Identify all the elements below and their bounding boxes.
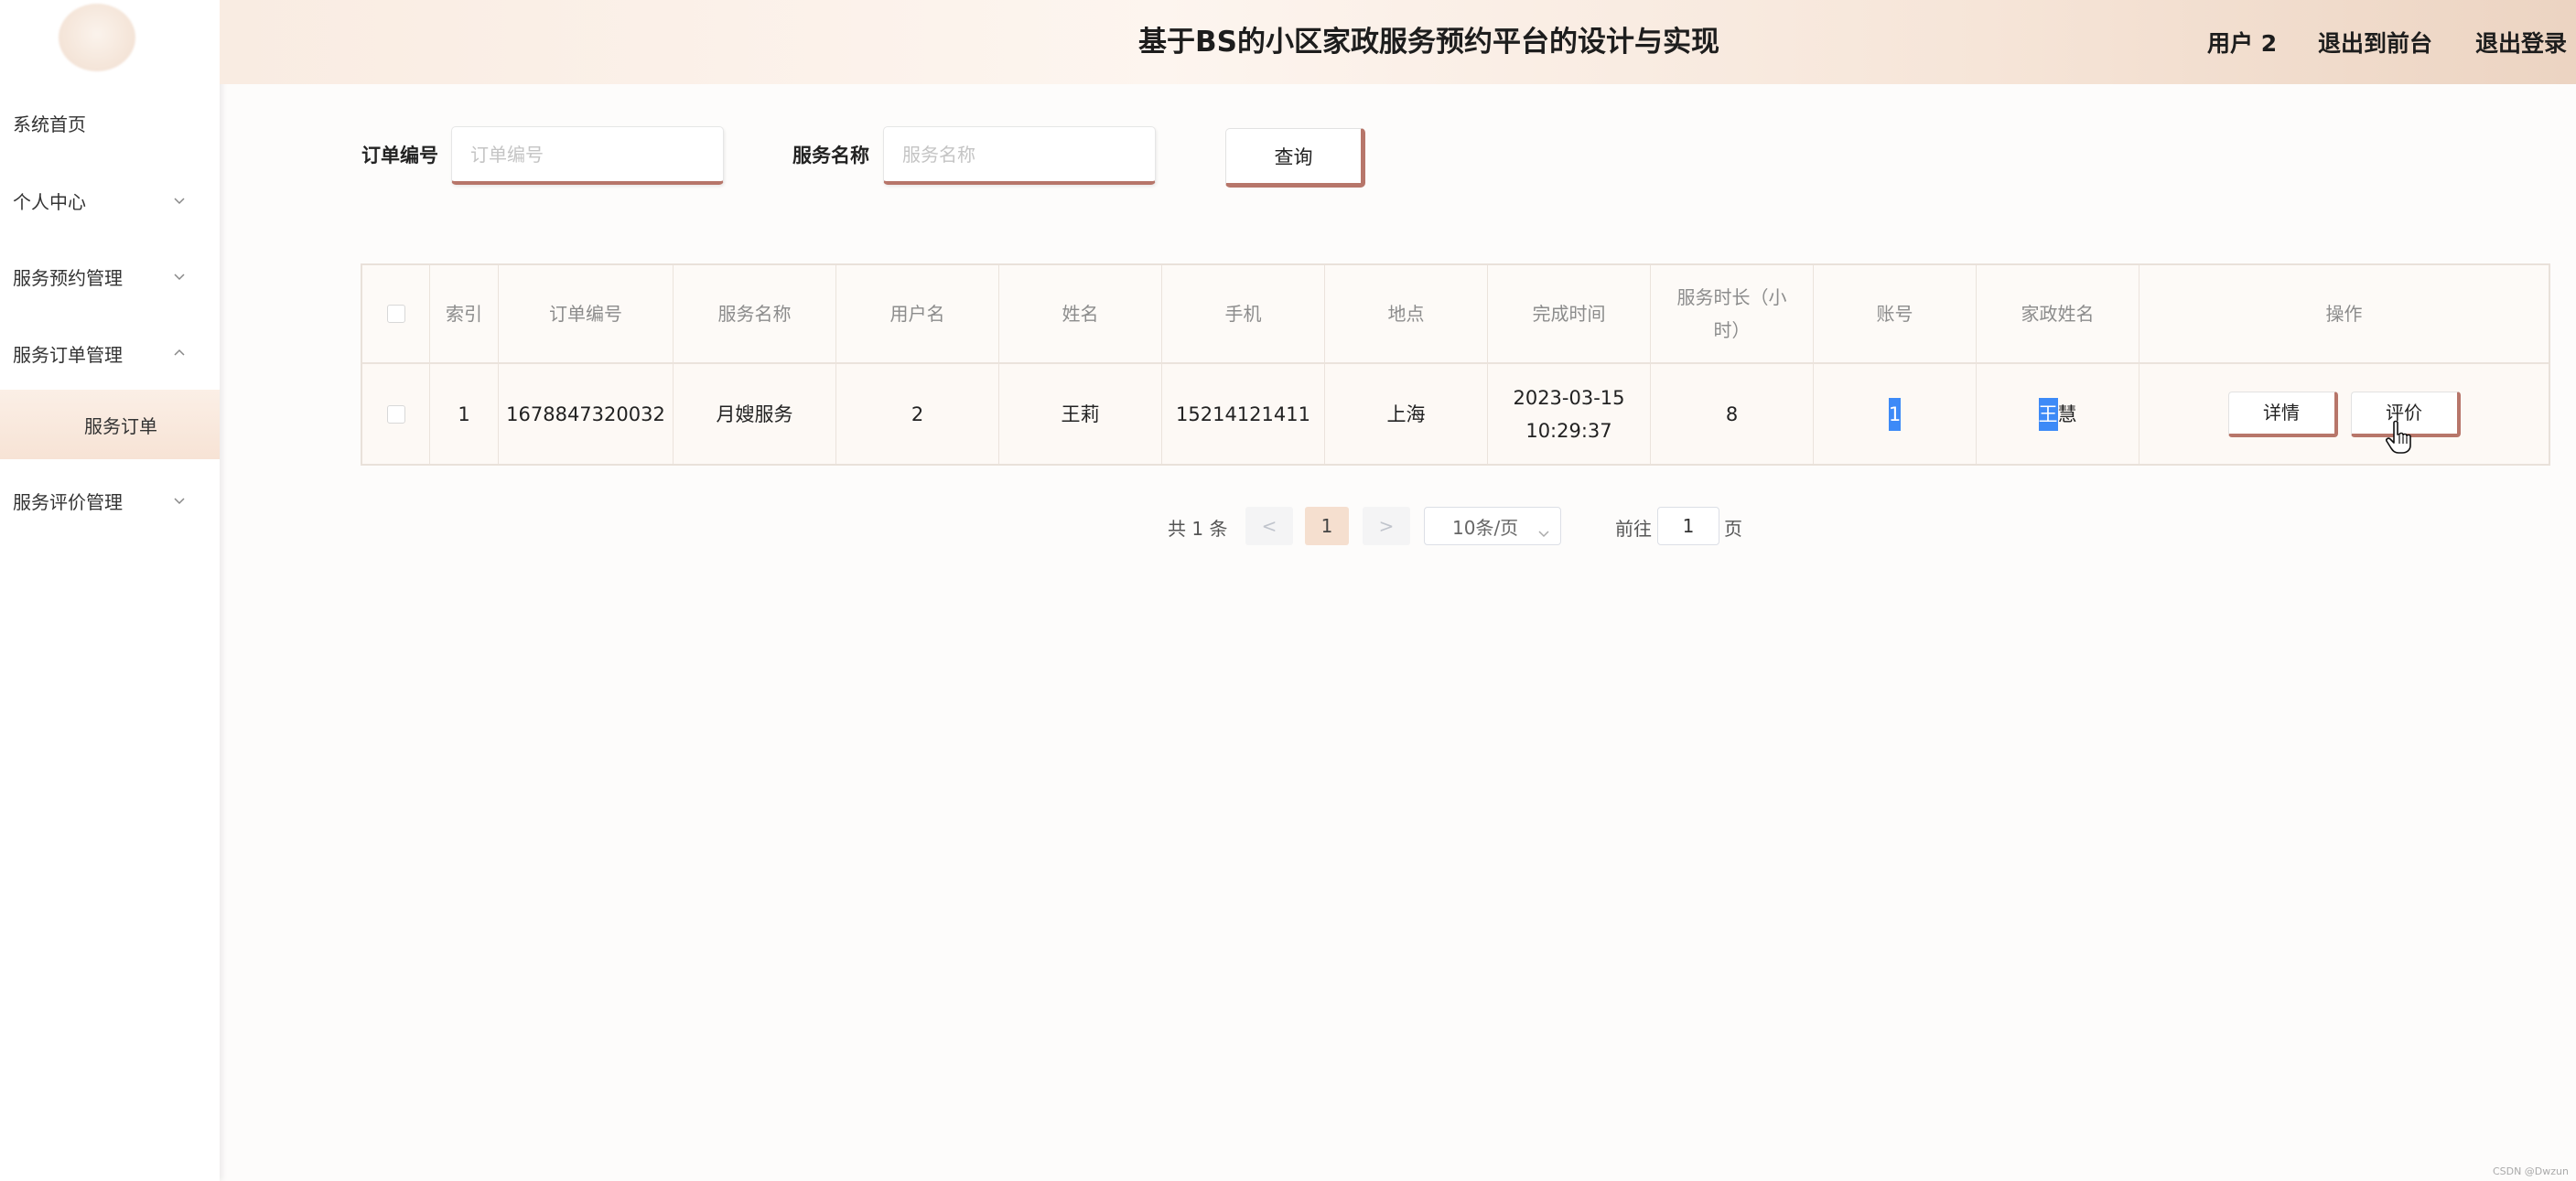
sidebar-item-review-management[interactable]: 服务评价管理 [0,473,220,528]
avatar[interactable] [59,4,135,71]
location-cell: 上海 [1325,364,1488,464]
page-number-button[interactable]: 1 [1305,507,1349,545]
query-button[interactable]: 查询 [1225,128,1365,188]
order-number-input[interactable] [451,126,724,185]
staff-name-rest: 慧 [2057,403,2077,425]
page-suffix-label: 页 [1724,518,1742,540]
chevron-down-icon [174,495,185,506]
back-to-front-link[interactable]: 退出到前台 [2318,26,2432,59]
name-cell: 王莉 [999,364,1162,464]
order-number-label: 订单编号 [361,145,438,166]
goto-page-input[interactable] [1657,507,1719,545]
column-header[interactable]: 地点 [1325,265,1488,362]
column-header: 操作 [2325,303,2363,325]
select-all-checkbox[interactable] [386,305,405,323]
page-title: 基于BS的小区家政服务预约平台的设计与实现 [1138,26,1719,59]
column-header[interactable]: 用户名 [836,265,999,362]
sidebar-item-order-management[interactable]: 服务订单管理 [0,326,220,381]
column-header[interactable]: 手机 [1162,265,1325,362]
sidebar-item-appointment-management[interactable]: 服务预约管理 [0,249,220,304]
sidebar-item-label: 服务评价管理 [13,490,123,513]
staff-name-highlighted: 王 [2038,397,2058,431]
actions-cell: 详情 评价 [2139,364,2549,464]
column-header[interactable]: 家政姓名 [1977,265,2139,362]
page-size-value: 10条/页 [1452,516,1519,539]
column-header[interactable]: 服务时长（小时） [1651,265,1814,362]
column-header[interactable]: 完成时间 [1488,265,1651,362]
chevron-up-icon [174,348,185,359]
column-header[interactable]: 账号 [1814,265,1977,362]
sidebar-item-label: 个人中心 [13,190,86,213]
next-page-button[interactable]: > [1363,507,1410,545]
sidebar-item-label: 系统首页 [13,113,86,135]
order-number-cell: 1678847320032 [499,364,674,464]
row-checkbox[interactable] [386,404,405,424]
detail-button[interactable]: 详情 [2227,391,2338,437]
table-row[interactable]: 1 1678847320032 月嫂服务 2 王莉 15214121411 上海… [362,364,2549,464]
watermark: CSDN @Dwzun [2492,1165,2569,1177]
prev-page-button[interactable]: < [1245,507,1293,545]
page-size-select[interactable]: 10条/页 [1424,507,1561,545]
service-name-input[interactable] [883,126,1156,185]
account-cell: 1 [1814,364,1977,464]
account-value: 1 [1888,397,1902,431]
select-all-cell [362,265,430,362]
goto-label: 前往 [1615,518,1652,540]
user-menu[interactable]: 用户 2 [2207,26,2277,59]
sidebar-subitem-service-order[interactable]: 服务订单 [0,390,220,459]
phone-cell: 15214121411 [1162,364,1325,464]
table-header-row: 索引 订单编号 服务名称 用户名 姓名 手机 地点 完成时间 服务时长（小时） … [362,265,2549,364]
column-header[interactable]: 服务名称 [674,265,836,362]
sidebar-item-home[interactable]: 系统首页 [0,95,220,150]
service-name-cell: 月嫂服务 [674,364,836,464]
logout-link[interactable]: 退出登录 [2475,26,2567,59]
pagination-total: 共 1 条 [1168,518,1228,540]
row-select-cell [362,364,430,464]
hand-pointer-icon [2385,420,2412,455]
finish-time-cell: 2023-03-15 10:29:37 [1488,364,1651,464]
chevron-down-icon [174,271,185,282]
chevron-down-icon [174,195,185,206]
service-name-label: 服务名称 [792,145,869,166]
sidebar: 系统首页 个人中心 服务预约管理 服务订单管理 服务订单 服务评价管理 [0,0,220,1181]
username-cell: 2 [836,364,999,464]
sidebar-item-label: 服务订单管理 [13,343,123,366]
sidebar-item-label: 服务预约管理 [13,266,123,289]
staff-name-cell: 王慧 [1977,364,2139,464]
top-header: 基于BS的小区家政服务预约平台的设计与实现 用户 2 退出到前台 退出登录 [220,0,2576,84]
chevron-down-icon [1538,521,1549,538]
sidebar-item-personal-center[interactable]: 个人中心 [0,173,220,228]
orders-table: 索引 订单编号 服务名称 用户名 姓名 手机 地点 完成时间 服务时长（小时） … [361,263,2550,466]
duration-cell: 8 [1651,364,1814,464]
column-header[interactable]: 索引 [430,265,499,362]
index-cell: 1 [430,364,499,464]
column-header[interactable]: 订单编号 [499,265,674,362]
column-header[interactable]: 姓名 [999,265,1162,362]
sidebar-subitem-label: 服务订单 [84,414,157,437]
